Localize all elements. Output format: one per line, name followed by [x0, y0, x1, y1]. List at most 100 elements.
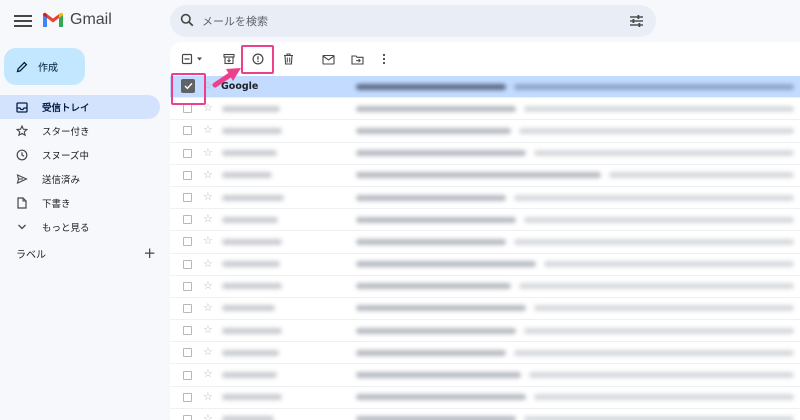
- row-checkbox[interactable]: [183, 193, 192, 203]
- snippet-blurred: [514, 83, 794, 90]
- subject-blurred: [356, 327, 516, 334]
- row-checkbox[interactable]: [183, 259, 192, 269]
- main-menu-icon[interactable]: [14, 12, 32, 30]
- sender-blurred: [222, 105, 280, 112]
- star-toggle-icon[interactable]: ☆: [203, 302, 213, 313]
- table-row[interactable]: ☆: [170, 209, 800, 232]
- star-toggle-icon[interactable]: ☆: [203, 258, 213, 269]
- sidebar-item-more[interactable]: もっと見る: [0, 215, 160, 239]
- delete-button[interactable]: [280, 51, 296, 67]
- table-row[interactable]: ☆: [170, 364, 800, 387]
- star-toggle-icon[interactable]: ☆: [203, 191, 213, 202]
- message-list: ☆ Google ☆ ☆ ☆ ☆ ☆ ☆ ☆ ☆ ☆ ☆ ☆ ☆ ☆ ☆ ☆: [170, 76, 800, 420]
- table-row[interactable]: ☆: [170, 98, 800, 121]
- star-toggle-icon[interactable]: ☆: [203, 147, 213, 158]
- draft-icon: [16, 197, 28, 209]
- sidebar-item-sent[interactable]: 送信済み: [0, 167, 160, 191]
- subject-blurred: [356, 394, 526, 401]
- sidebar-item-drafts[interactable]: 下書き: [0, 191, 160, 215]
- star-toggle-icon[interactable]: ☆: [203, 324, 213, 335]
- star-toggle-icon[interactable]: ☆: [203, 413, 213, 420]
- star-toggle-icon[interactable]: ☆: [203, 280, 213, 291]
- move-to-icon: [350, 54, 364, 65]
- row-checkbox[interactable]: [183, 303, 192, 313]
- star-toggle-icon[interactable]: ☆: [203, 235, 213, 246]
- subject-blurred: [356, 127, 511, 134]
- select-dropdown[interactable]: [180, 51, 208, 67]
- star-toggle-icon[interactable]: ☆: [203, 368, 213, 379]
- row-checkbox[interactable]: [183, 281, 192, 291]
- row-checkbox[interactable]: [183, 370, 192, 380]
- table-row[interactable]: ☆: [170, 120, 800, 143]
- chevron-down-icon: [16, 221, 28, 233]
- row-checkbox[interactable]: [183, 326, 192, 336]
- table-row[interactable]: ☆: [170, 143, 800, 165]
- subject-blurred: [356, 283, 511, 290]
- row-checkbox[interactable]: [183, 104, 192, 114]
- sidebar-item-label: もっと見る: [42, 223, 90, 234]
- snippet-blurred: [519, 127, 794, 134]
- compose-button[interactable]: 作成: [4, 48, 85, 85]
- subject-blurred: [356, 372, 521, 379]
- move-to-button[interactable]: [349, 51, 365, 67]
- sender-blurred: [222, 194, 284, 201]
- row-checkbox[interactable]: [183, 348, 192, 358]
- snippet-blurred: [514, 194, 794, 201]
- sidebar-item-snoozed[interactable]: スヌーズ中: [0, 143, 160, 167]
- sender-blurred: [222, 305, 275, 312]
- sidebar-item-inbox[interactable]: 受信トレイ: [0, 95, 160, 119]
- labels-section-header: ラベル +: [16, 246, 156, 262]
- mail-list-panel: ☆ Google ☆ ☆ ☆ ☆ ☆ ☆ ☆ ☆ ☆ ☆ ☆ ☆ ☆ ☆ ☆: [170, 42, 800, 420]
- sender-blurred: [222, 150, 277, 157]
- sidebar-item-label: 送信済み: [42, 175, 81, 186]
- table-row[interactable]: ☆: [170, 387, 800, 409]
- row-checkbox[interactable]: [183, 148, 192, 158]
- logo-text: Gmail: [70, 11, 112, 28]
- subject-blurred: [356, 150, 526, 157]
- table-row[interactable]: ☆: [170, 320, 800, 343]
- row-checkbox[interactable]: [183, 237, 192, 247]
- table-row[interactable]: ☆: [170, 298, 800, 321]
- subject-blurred: [356, 305, 526, 312]
- table-row[interactable]: ☆: [170, 342, 800, 365]
- sidebar-item-starred[interactable]: スター付き: [0, 119, 160, 143]
- search-options-icon[interactable]: [629, 14, 644, 28]
- mark-as-read-button[interactable]: [320, 51, 336, 67]
- row-checkbox[interactable]: [183, 126, 192, 136]
- star-toggle-icon[interactable]: ☆: [203, 346, 213, 357]
- row-checkbox[interactable]: [183, 215, 192, 225]
- sender-blurred: [222, 372, 277, 379]
- pointer-arrow-icon: [212, 68, 241, 88]
- star-toggle-icon[interactable]: ☆: [203, 169, 213, 180]
- table-row[interactable]: ☆: [170, 254, 800, 276]
- search-input[interactable]: [202, 5, 582, 37]
- star-toggle-icon[interactable]: ☆: [203, 391, 213, 402]
- table-row[interactable]: ☆: [170, 231, 800, 254]
- table-row[interactable]: ☆: [170, 409, 800, 420]
- snippet-blurred: [524, 416, 794, 420]
- snippet-blurred: [524, 216, 794, 223]
- sidebar-item-label: スヌーズ中: [42, 151, 90, 162]
- table-row[interactable]: ☆: [170, 187, 800, 210]
- more-options-button[interactable]: [378, 51, 390, 67]
- star-toggle-icon[interactable]: ☆: [203, 124, 213, 135]
- mark-as-read-icon: [321, 54, 335, 65]
- table-row[interactable]: ☆ Google: [170, 76, 800, 99]
- row-checkbox[interactable]: [183, 414, 192, 420]
- search-bar[interactable]: [170, 5, 656, 37]
- table-row[interactable]: ☆: [170, 276, 800, 298]
- search-icon[interactable]: [180, 13, 194, 27]
- snippet-blurred: [519, 283, 794, 290]
- delete-icon: [283, 53, 293, 65]
- clock-icon: [16, 149, 28, 161]
- highlight-box-checkbox: [171, 73, 206, 105]
- table-row[interactable]: ☆: [170, 165, 800, 187]
- row-checkbox[interactable]: [183, 170, 192, 180]
- add-label-icon[interactable]: +: [143, 246, 156, 261]
- star-icon: [16, 125, 28, 137]
- more-options-icon: [382, 53, 386, 65]
- compose-label: 作成: [38, 63, 58, 74]
- gmail-logo[interactable]: Gmail: [42, 11, 112, 29]
- star-toggle-icon[interactable]: ☆: [203, 213, 213, 224]
- row-checkbox[interactable]: [183, 392, 192, 402]
